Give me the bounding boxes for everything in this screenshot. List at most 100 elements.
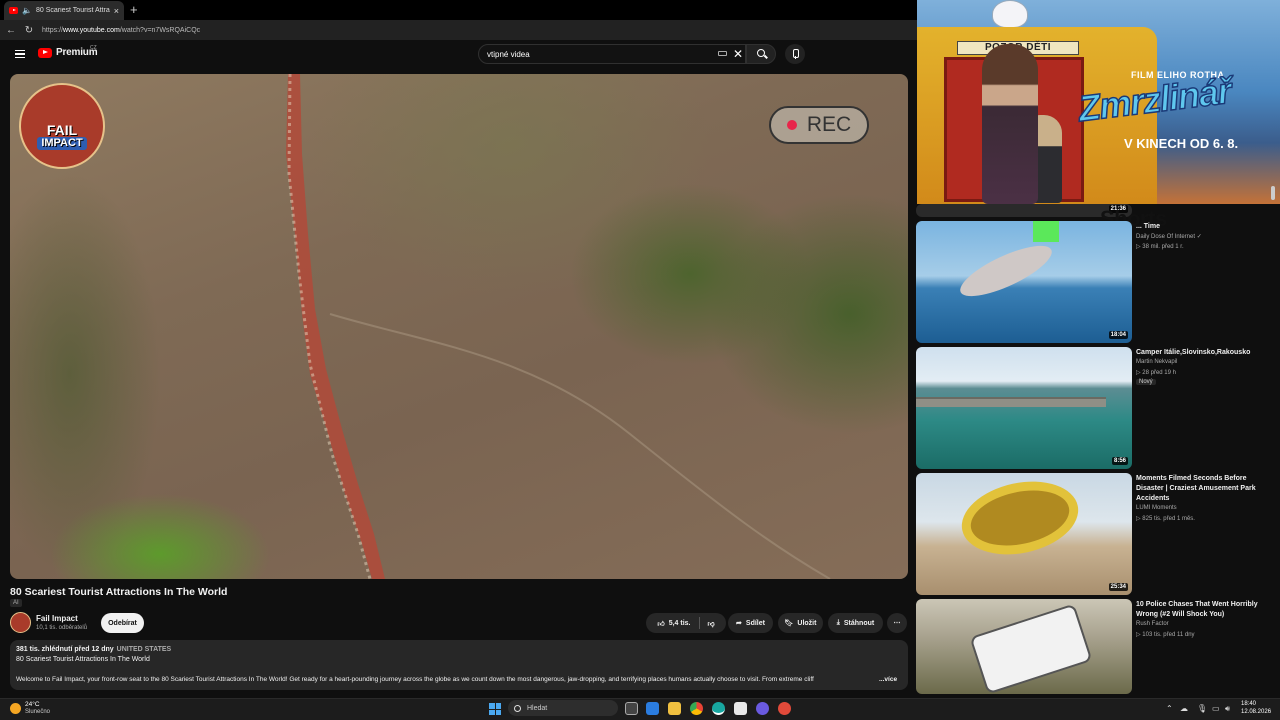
- search-icon: [757, 49, 765, 57]
- related-video-thumbnail[interactable]: 18:04: [916, 221, 1132, 343]
- video-duration: 25:34: [1108, 583, 1128, 591]
- rec-label: REC: [806, 113, 852, 136]
- task-view-icon[interactable]: [625, 702, 638, 715]
- youtube-premium-logo[interactable]: Premium CZ: [38, 45, 98, 58]
- ad-person-image: [982, 44, 1038, 204]
- voice-search-mic-icon[interactable]: [785, 44, 805, 64]
- related-video-channel[interactable]: Daily Dose Of Internet ✓: [1136, 233, 1202, 240]
- download-icon: ⤓: [836, 619, 840, 626]
- related-video-channel[interactable]: Martin Nekvapil: [1136, 359, 1177, 365]
- clear-search-icon[interactable]: ✕: [733, 47, 743, 61]
- messenger-app-icon[interactable]: [756, 702, 769, 715]
- mail-app-icon[interactable]: [646, 702, 659, 715]
- country-tag: UNITED STATES: [116, 646, 172, 653]
- related-video-meta: ▷ 28 před 19 h: [1136, 370, 1176, 376]
- description-more-link[interactable]: ...více: [879, 676, 897, 683]
- search-icon: [514, 704, 521, 712]
- clock-date[interactable]: 12.08.2026: [1241, 709, 1271, 715]
- related-video-title[interactable]: ... Time: [1136, 222, 1270, 232]
- rec-indicator: REC: [769, 106, 869, 144]
- thumbnail-car-shape: [969, 603, 1093, 694]
- tab-close-icon[interactable]: ×: [114, 6, 119, 16]
- new-tab-button[interactable]: +: [130, 2, 138, 18]
- sun-weather-icon[interactable]: [10, 703, 21, 714]
- weather-temperature[interactable]: 24°C: [25, 701, 40, 708]
- related-video-thumbnail[interactable]: [916, 599, 1132, 694]
- url-path: /watch?v=n7WsRQAiCQc: [119, 26, 201, 34]
- taskbar-search-label: Hledat: [527, 704, 548, 712]
- ad-scrollbar[interactable]: [1271, 186, 1275, 200]
- back-arrow-icon[interactable]: ←: [6, 25, 16, 36]
- related-video-meta: ▷ 38 mil. před 1 r.: [1136, 244, 1184, 250]
- subscribe-button[interactable]: Odebírat: [101, 613, 144, 633]
- channel-watermark-logo: FAIL IMPACT: [19, 83, 105, 169]
- store-app-icon[interactable]: [734, 702, 747, 715]
- windows-taskbar: [0, 698, 1280, 720]
- edge-icon[interactable]: [712, 702, 725, 715]
- like-count: 5,4 tis.: [668, 619, 691, 627]
- like-divider: [698, 617, 700, 629]
- youtube-logo-icon: [38, 47, 52, 58]
- pinned-app-icon[interactable]: [778, 702, 791, 715]
- keyboard-icon[interactable]: [718, 51, 727, 56]
- views-and-date: 381 tis. zhlédnutí před 12 dny: [16, 646, 114, 653]
- bookmark-icon: 🔖︎: [784, 620, 794, 627]
- ai-badge: AI: [10, 599, 22, 607]
- microphone-icon[interactable]: 🎙︎: [1197, 704, 1207, 713]
- share-label: Sdílet: [745, 619, 765, 627]
- related-video-thumbnail[interactable]: 8:56: [916, 347, 1132, 469]
- speaker-icon[interactable]: 🔈: [22, 6, 32, 15]
- menu-hamburger-icon[interactable]: [15, 50, 25, 58]
- related-video-channel[interactable]: LUMI Moments: [1136, 505, 1177, 511]
- video-player[interactable]: [10, 74, 908, 579]
- save-label: Uložit: [797, 619, 817, 627]
- clock-time[interactable]: 18:40: [1241, 701, 1256, 707]
- chevron-up-icon[interactable]: ⌃: [1166, 704, 1173, 713]
- chrome-icon[interactable]: [690, 702, 703, 715]
- video-duration: 18:04: [1108, 331, 1128, 339]
- related-video-title[interactable]: Moments Filmed Seconds Before Disaster |…: [1136, 474, 1270, 504]
- thumbs-down-icon: 👎︎: [707, 620, 715, 628]
- channel-name[interactable]: Fail Impact: [36, 614, 78, 623]
- address-bar: ← ↻ https://www.youtube.com/watch?v=n7Ws…: [0, 20, 917, 40]
- save-button[interactable]: 🔖︎ Uložit: [778, 613, 823, 633]
- channel-avatar[interactable]: [10, 612, 31, 633]
- file-explorer-icon[interactable]: [668, 702, 681, 715]
- thumbnail-bridge-shape: [916, 397, 1106, 407]
- download-label: Stáhnout: [843, 619, 875, 627]
- ad-mascot-image: [992, 0, 1028, 28]
- weather-description[interactable]: Slunečno: [25, 709, 50, 715]
- taskbar-search[interactable]: Hledat: [508, 700, 618, 716]
- subscriber-count: 10,1 tis. odběratelů: [36, 625, 88, 631]
- related-video-title[interactable]: 10 Police Chases That Went Horribly Wron…: [1136, 600, 1270, 620]
- cloud-icon[interactable]: ☁: [1180, 704, 1188, 713]
- reload-icon[interactable]: ↻: [24, 25, 34, 36]
- description-title: 80 Scariest Tourist Attractions In The W…: [16, 656, 150, 663]
- related-video-thumbnail[interactable]: 25:34: [916, 473, 1132, 595]
- share-button[interactable]: ➦ Sdílet: [728, 613, 773, 633]
- like-dislike-group: 👍︎ 5,4 tis. 👎︎: [646, 613, 726, 633]
- related-video-channel[interactable]: Rush Factor: [1136, 621, 1169, 627]
- monitor-icon[interactable]: ▭: [1212, 704, 1220, 713]
- thumbnail-ride-shape: [955, 473, 1085, 565]
- sidebar-scrollbar[interactable]: [1272, 204, 1276, 690]
- download-button[interactable]: ⤓ Stáhnout: [828, 613, 883, 633]
- like-button[interactable]: 👍︎ 5,4 tis.: [657, 619, 690, 628]
- search-button[interactable]: [746, 44, 776, 64]
- related-video-title[interactable]: Camper Itálie,Slovinsko,Rakousko: [1136, 348, 1270, 358]
- video-frame-crowd-trail: [286, 74, 831, 579]
- volume-icon[interactable]: 🔊︎: [1225, 704, 1230, 714]
- windows-start-icon[interactable]: [489, 703, 501, 715]
- video-duration: 8:56: [1111, 457, 1128, 465]
- watermark-fail: FAIL: [46, 122, 78, 138]
- thumbnail-whale-shape: [954, 236, 1058, 306]
- url-prefix: https://: [42, 26, 64, 34]
- url-field[interactable]: https://www.youtube.com/watch?v=n7WsRQAi…: [42, 27, 200, 34]
- search-input[interactable]: vtipné videa: [478, 44, 746, 64]
- more-actions-button[interactable]: ⋯: [887, 613, 907, 633]
- new-badge: Nový: [1136, 379, 1156, 385]
- logo-region: CZ: [90, 45, 97, 51]
- browser-tab[interactable]: 🔈 80 Scariest Tourist Attractio... ×: [4, 1, 124, 20]
- youtube-favicon-icon: [9, 7, 18, 14]
- dislike-button[interactable]: 👎︎: [708, 619, 715, 628]
